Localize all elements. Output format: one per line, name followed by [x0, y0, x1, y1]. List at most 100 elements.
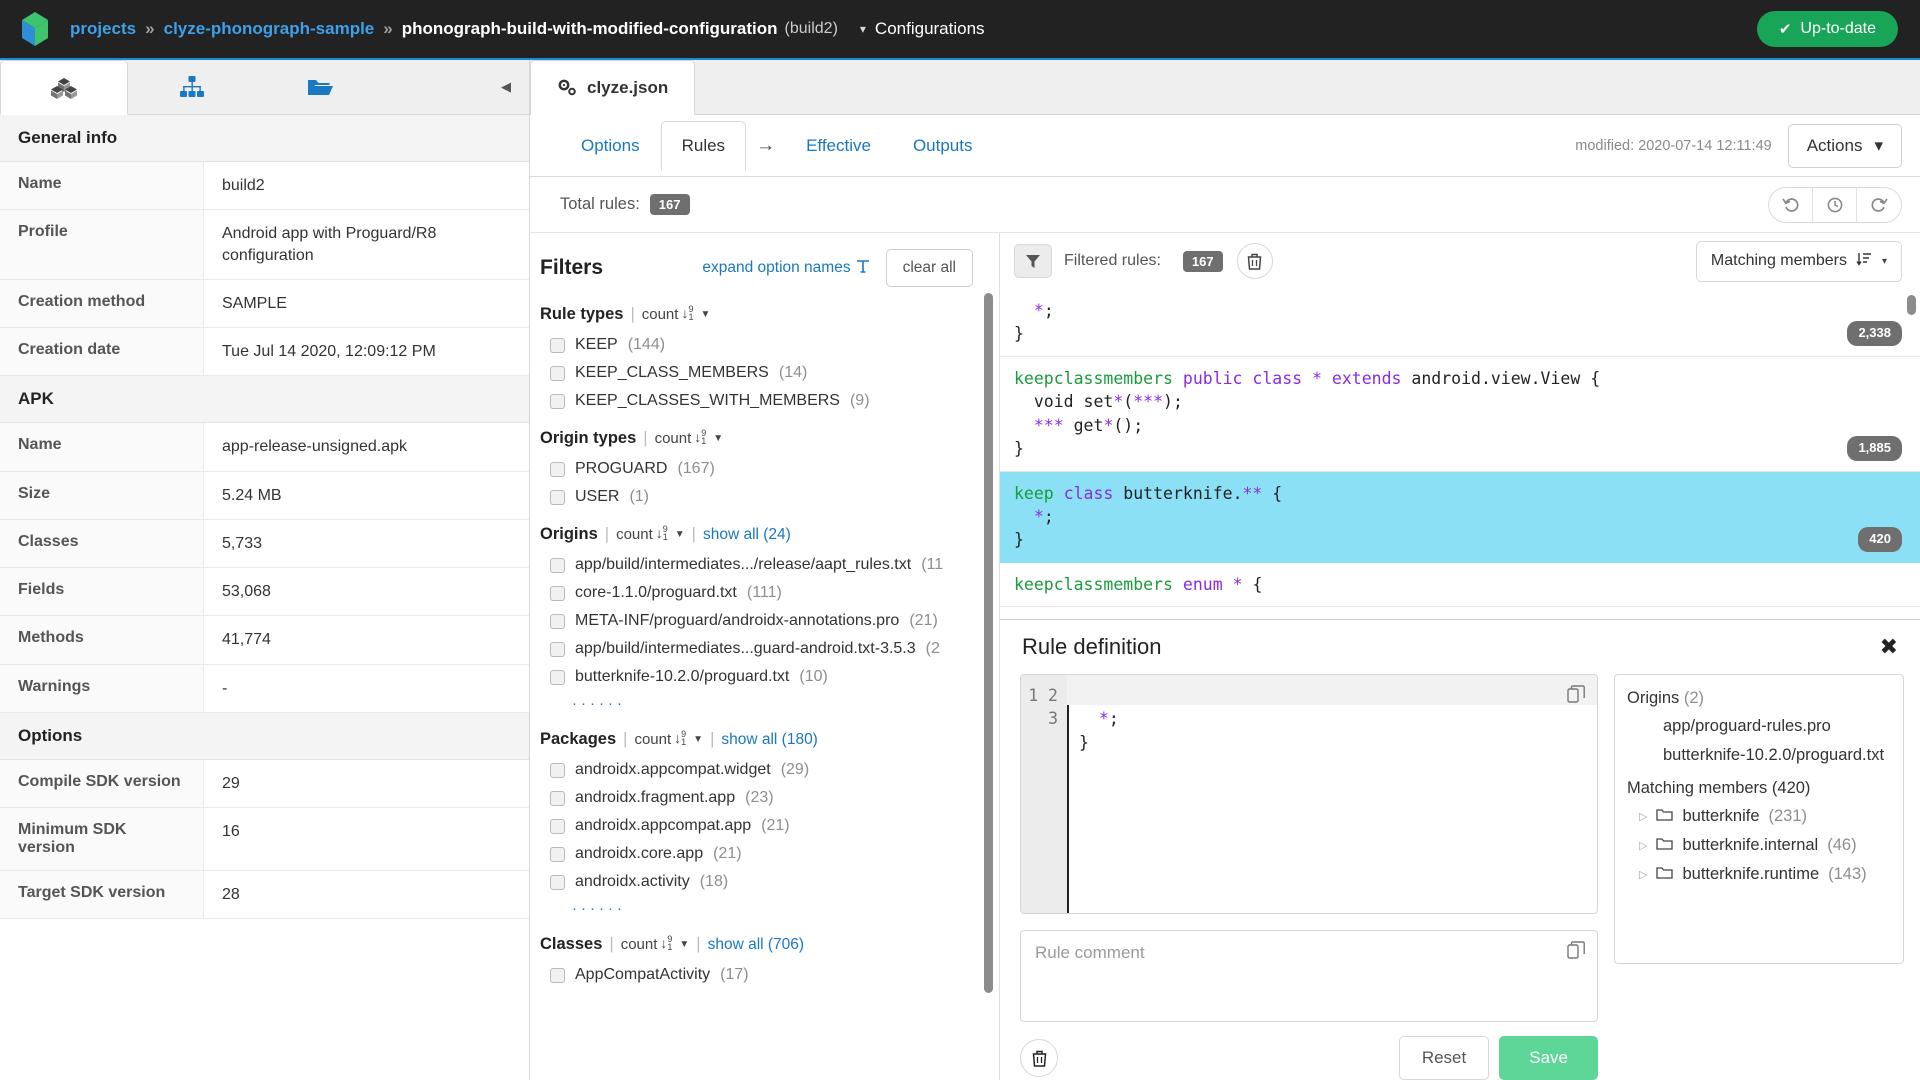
rule-origins-count: (2) [1683, 689, 1705, 707]
clear-all-button[interactable]: clear all [885, 249, 973, 287]
filter-item[interactable]: app/build/intermediates...guard-android.… [540, 635, 973, 663]
filter-checkbox[interactable] [550, 365, 565, 381]
filter-checkbox[interactable] [550, 613, 565, 629]
file-tab-clyze-json[interactable]: clyze.json [530, 60, 696, 115]
filter-checkbox[interactable] [550, 557, 565, 573]
breadcrumb-section-label[interactable]: Configurations [875, 19, 985, 39]
sidebar-collapse-button[interactable]: ◀ [501, 60, 511, 114]
rule-block[interactable]: keepclassmembers enum * { [1000, 563, 1920, 608]
filters-title: Filters [540, 256, 604, 279]
filter-checkbox[interactable] [550, 337, 565, 353]
tab-effective[interactable]: Effective [785, 125, 892, 167]
info-row: Warnings - [0, 664, 529, 713]
filter-checkbox[interactable] [550, 846, 565, 862]
filter-checkbox[interactable] [550, 585, 565, 601]
matching-members-sort-select[interactable]: Matching members ▾ [1695, 240, 1902, 282]
rule-block[interactable]: keepclassmembers public class * extends … [1000, 357, 1920, 472]
rule-origin-item[interactable]: app/proguard-rules.pro [1627, 712, 1891, 741]
save-button[interactable]: Save [1499, 1036, 1598, 1080]
sidebar-tab-hierarchy[interactable] [128, 60, 256, 114]
chevron-down-icon[interactable]: ▾ [860, 22, 866, 36]
chevron-right-icon[interactable]: ▷ [1639, 810, 1647, 823]
delete-rule-button[interactable] [1020, 1039, 1058, 1077]
editor-code-content[interactable]: keep class butterknife.** { *; } [1067, 675, 1597, 913]
filter-sort-label: count [616, 526, 653, 543]
matching-member-row[interactable]: ▷ butterknife.runtime (143) [1627, 860, 1891, 889]
filter-item-count: (2 [925, 640, 940, 657]
filter-checkbox[interactable] [550, 489, 565, 505]
show-all-classes-link[interactable]: show all (706) [708, 936, 805, 954]
filter-checkbox[interactable] [550, 461, 565, 477]
filter-item[interactable]: androidx.appcompat.widget (29) [540, 756, 973, 784]
filters-scrollbar[interactable] [984, 293, 993, 993]
close-icon[interactable]: ✖ [1880, 636, 1898, 658]
sidebar-tab-files[interactable] [256, 60, 384, 114]
filter-sort-select[interactable]: count ↓ 9 1 ▼ [616, 524, 685, 543]
matching-member-row[interactable]: ▷ butterknife.internal (46) [1627, 831, 1891, 860]
rule-block-selected[interactable]: keep class butterknife.** { *; } 420 [1000, 471, 1920, 563]
undo-icon[interactable] [1769, 187, 1813, 222]
rule-origin-item[interactable]: butterknife-10.2.0/proguard.txt [1627, 741, 1891, 770]
breadcrumb-project-link[interactable]: clyze-phonograph-sample [164, 19, 375, 39]
filter-item[interactable]: USER (1) [540, 483, 973, 511]
filter-checkbox[interactable] [550, 818, 565, 834]
filter-item-count: (14) [778, 364, 808, 381]
show-all-origins-link[interactable]: show all (24) [703, 526, 791, 544]
copy-icon[interactable] [1567, 685, 1585, 708]
filter-item[interactable]: butterknife-10.2.0/proguard.txt (10) [540, 663, 973, 691]
filter-checkbox[interactable] [550, 641, 565, 657]
tab-outputs[interactable]: Outputs [892, 125, 994, 167]
show-more-packages[interactable]: ······ [540, 896, 973, 921]
filter-checkbox[interactable] [550, 393, 565, 409]
sidebar-tab-packages[interactable] [0, 60, 128, 115]
chevron-right-icon[interactable]: ▷ [1639, 839, 1647, 852]
actions-button[interactable]: Actions ▾ [1787, 123, 1902, 168]
filter-checkbox[interactable] [550, 669, 565, 685]
filter-item[interactable]: AppCompatActivity (17) [540, 961, 973, 989]
breadcrumb-separator-1: » [145, 19, 155, 38]
status-badge-up-to-date[interactable]: ✔ Up-to-date [1756, 11, 1898, 47]
filter-item[interactable]: PROGUARD (167) [540, 455, 973, 483]
filter-sort-select[interactable]: count ↓ 9 1 ▼ [655, 428, 724, 447]
filter-item[interactable]: androidx.activity (18) [540, 868, 973, 896]
rule-block[interactable]: *; } 2,338 [1000, 289, 1920, 357]
filter-item[interactable]: KEEP_CLASS_MEMBERS (14) [540, 359, 973, 387]
matching-member-row[interactable]: ▷ butterknife (231) [1627, 802, 1891, 831]
filter-group-header: Packages | count ↓ 9 1 ▼ | show all (180) [540, 729, 973, 749]
tab-rules[interactable]: Rules [660, 121, 747, 171]
chevron-right-icon[interactable]: ▷ [1639, 868, 1647, 881]
filter-item[interactable]: META-INF/proguard/androidx-annotations.p… [540, 607, 973, 635]
folder-icon [1656, 865, 1674, 884]
delete-filtered-rules-button[interactable] [1236, 243, 1273, 279]
rule-editor[interactable]: 1 2 3 keep class butterknife.** { *; } [1020, 674, 1598, 914]
breadcrumb-projects-link[interactable]: projects [70, 19, 136, 39]
rule-comment-field[interactable]: Rule comment [1020, 930, 1598, 1022]
show-more-origins[interactable]: ······ [540, 691, 973, 716]
rule-origins-label: Origins [1627, 689, 1680, 707]
rules-scrollbar[interactable] [1907, 295, 1916, 315]
filter-item[interactable]: KEEP (144) [540, 331, 973, 359]
funnel-icon[interactable] [1014, 244, 1052, 278]
filter-item[interactable]: androidx.appcompat.app (21) [540, 812, 973, 840]
filter-sort-select[interactable]: count ↓ 9 1 ▼ [621, 934, 690, 953]
filter-checkbox[interactable] [550, 967, 565, 983]
filter-item[interactable]: KEEP_CLASSES_WITH_MEMBERS (9) [540, 387, 973, 415]
expand-option-names-link[interactable]: expand option names [702, 259, 869, 278]
show-all-packages-link[interactable]: show all (180) [721, 731, 818, 749]
filter-checkbox[interactable] [550, 874, 565, 890]
tab-options[interactable]: Options [560, 125, 661, 167]
filter-item[interactable]: androidx.fragment.app (23) [540, 784, 973, 812]
filter-checkbox[interactable] [550, 762, 565, 778]
filter-sort-select[interactable]: count ↓ 9 1 ▼ [634, 729, 703, 748]
redo-icon[interactable] [1857, 187, 1901, 222]
filter-item[interactable]: core-1.1.0/proguard.txt (111) [540, 579, 973, 607]
history-icon[interactable] [1813, 187, 1857, 222]
copy-icon[interactable] [1567, 941, 1585, 964]
filter-sort-select[interactable]: count ↓ 9 1 ▼ [642, 304, 711, 323]
info-key: Name [0, 162, 204, 210]
filter-checkbox[interactable] [550, 790, 565, 806]
filter-item[interactable]: androidx.core.app (21) [540, 840, 973, 868]
filter-item[interactable]: app/build/intermediates.../release/aapt_… [540, 551, 973, 579]
rule-definition-panel: Rule definition ✖ 1 2 3 keep class butte… [1000, 619, 1920, 1080]
reset-button[interactable]: Reset [1398, 1036, 1490, 1080]
